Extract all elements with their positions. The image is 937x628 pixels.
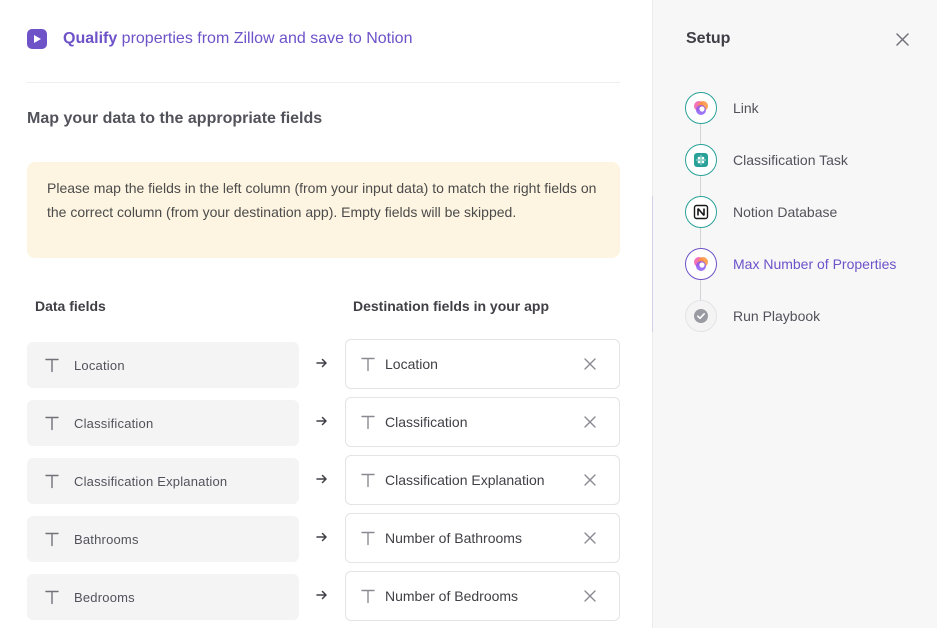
step-label: Max Number of Properties <box>733 256 897 272</box>
notion-icon <box>693 204 709 220</box>
source-field-label: Bedrooms <box>74 589 135 605</box>
clear-field-button[interactable] <box>575 349 605 379</box>
destination-field[interactable]: Location <box>345 339 620 389</box>
mapping-row-classification: Classification Classification <box>27 397 620 447</box>
step-label: Run Playbook <box>733 308 821 324</box>
text-type-icon <box>45 474 59 489</box>
text-type-icon <box>361 415 375 430</box>
step-notion-database[interactable]: Notion Database <box>685 186 896 250</box>
text-type-icon <box>361 531 375 546</box>
destination-field[interactable]: Number of Bedrooms <box>345 571 620 621</box>
step-max-number-of-properties[interactable]: Max Number of Properties <box>685 238 897 302</box>
field-mapping-list: Location Location Classification Classif… <box>27 339 620 628</box>
destination-field[interactable]: Number of Bathrooms <box>345 513 620 563</box>
main-panel: Qualify properties from Zillow and save … <box>0 0 652 628</box>
arrow-right-icon <box>316 590 327 600</box>
close-icon <box>584 532 596 544</box>
source-field: Location <box>27 342 299 388</box>
arrow-right-icon <box>316 416 327 426</box>
mapping-row-bathrooms: Bathrooms Number of Bathrooms <box>27 513 620 563</box>
data-fields-header: Data fields <box>35 298 106 314</box>
destination-field-label: Classification Explanation <box>385 472 545 488</box>
setup-steps: Link Classification Task Notion Database… <box>685 82 896 342</box>
source-field: Bathrooms <box>27 516 299 562</box>
section-title: Map your data to the appropriate fields <box>27 110 323 127</box>
source-field-label: Classification Explanation <box>74 473 228 489</box>
mapping-row-location: Location Location <box>27 339 620 389</box>
play-icon <box>27 29 47 49</box>
close-icon <box>584 416 596 428</box>
text-type-icon <box>361 357 375 372</box>
destination-field-label: Location <box>385 356 438 372</box>
mapping-row-classification-explanation: Classification Explanation Classificatio… <box>27 455 620 505</box>
text-type-icon <box>45 358 59 373</box>
text-type-icon <box>45 590 59 605</box>
ai-chip-icon <box>694 153 708 167</box>
close-icon <box>895 32 909 46</box>
text-type-icon <box>361 473 375 488</box>
text-type-icon <box>361 589 375 604</box>
playbook-title: Qualify properties from Zillow and save … <box>63 30 413 47</box>
clear-field-button[interactable] <box>575 465 605 495</box>
mapping-notice: Please map the fields in the left column… <box>27 162 620 258</box>
step-status-circle <box>685 248 717 280</box>
step-label: Link <box>733 100 759 116</box>
clear-field-button[interactable] <box>575 523 605 553</box>
step-classification-task[interactable]: Classification Task <box>685 134 896 198</box>
arrow-right-icon <box>316 474 327 484</box>
step-label: Classification Task <box>733 152 848 168</box>
step-label: Notion Database <box>733 204 838 220</box>
mapping-row-bedrooms: Bedrooms Number of Bedrooms <box>27 571 620 621</box>
step-run-playbook[interactable]: Run Playbook <box>685 290 896 342</box>
source-field-label: Classification <box>74 415 154 431</box>
destination-field[interactable]: Classification <box>345 397 620 447</box>
close-icon <box>584 590 596 602</box>
clear-field-button[interactable] <box>575 407 605 437</box>
step-connector <box>700 226 701 250</box>
source-field: Classification <box>27 400 299 446</box>
destination-field-label: Number of Bathrooms <box>385 530 522 546</box>
text-type-icon <box>45 532 59 547</box>
header-divider <box>27 82 620 83</box>
setup-title: Setup <box>686 30 731 47</box>
close-icon <box>584 358 596 370</box>
clear-field-button[interactable] <box>575 581 605 611</box>
check-circle-icon <box>694 309 708 323</box>
source-field-label: Bathrooms <box>74 531 139 547</box>
close-icon <box>584 474 596 486</box>
destination-field-label: Classification <box>385 414 468 430</box>
source-field: Classification Explanation <box>27 458 299 504</box>
arrow-right-icon <box>316 532 327 542</box>
destination-field[interactable]: Classification Explanation <box>345 455 620 505</box>
step-connector <box>700 122 701 146</box>
close-sidebar-button[interactable] <box>891 28 913 50</box>
text-type-icon <box>45 416 59 431</box>
app-logo-icon <box>694 257 708 271</box>
sidebar-scroll-indicator <box>652 196 653 332</box>
playbook-header: Qualify properties from Zillow and save … <box>27 28 412 50</box>
step-status-circle <box>685 144 717 176</box>
source-field: Bedrooms <box>27 574 299 620</box>
step-link[interactable]: Link <box>685 82 896 146</box>
arrow-right-icon <box>316 358 327 368</box>
app-logo-icon <box>694 101 708 115</box>
step-connector <box>700 174 701 198</box>
step-status-circle <box>685 92 717 124</box>
step-connector <box>700 278 701 302</box>
destination-fields-header: Destination fields in your app <box>353 298 550 314</box>
step-status-circle <box>685 196 717 228</box>
setup-sidebar: Setup Link Classification Task Notion Da… <box>652 0 937 628</box>
destination-field-label: Number of Bedrooms <box>385 588 519 604</box>
step-status-circle <box>685 300 717 332</box>
source-field-label: Location <box>74 357 125 373</box>
